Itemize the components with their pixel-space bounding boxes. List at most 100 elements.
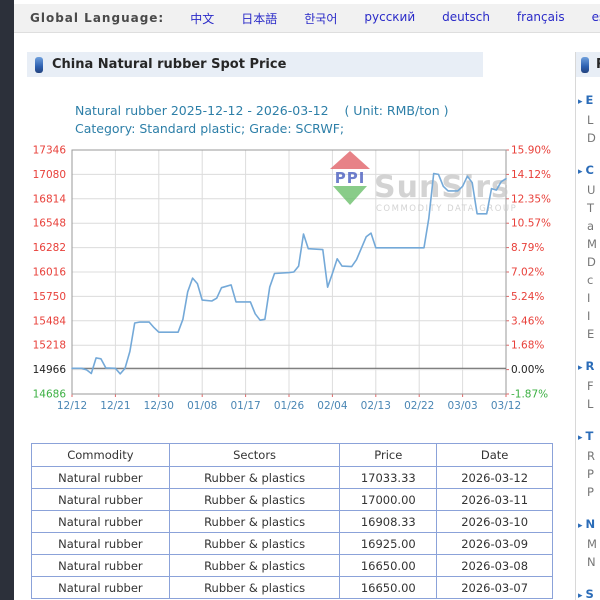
- table-cell: Rubber & plastics: [168, 488, 341, 511]
- table-cell: Rubber & plastics: [168, 532, 341, 555]
- sidebar-group-title[interactable]: ▸ T: [576, 427, 600, 447]
- y-axis-left-label: 15484: [33, 315, 67, 327]
- arrow-right-icon: ▸: [578, 433, 583, 443]
- y-axis-left-label: 17346: [33, 145, 67, 157]
- arrow-right-icon: ▸: [578, 591, 583, 600]
- table-header-cell: Commodity: [31, 443, 170, 467]
- x-axis-label: 01/08: [187, 400, 217, 412]
- table-row: Natural rubber Rubber & plastics 16650.00 2…: [31, 576, 553, 599]
- table-cell: 2026-03-08: [436, 554, 553, 577]
- table-row: Natural rubber Rubber & plastics 16650.00 2…: [31, 554, 553, 577]
- table-cell: Natural rubber: [31, 554, 170, 577]
- sidebar-item[interactable]: I: [576, 307, 600, 325]
- y-axis-right-label: 1.68%: [511, 340, 544, 352]
- sidebar-group-title[interactable]: ▸ N: [576, 515, 600, 535]
- table-row: Natural rubber Rubber & plastics 17000.00 2…: [31, 488, 553, 511]
- sidebar-item[interactable]: a: [576, 217, 600, 235]
- table-cell: Natural rubber: [31, 488, 170, 511]
- sidebar-item[interactable]: D: [576, 253, 600, 271]
- sidebar-item[interactable]: I: [576, 289, 600, 307]
- arrow-right-icon: ▸: [578, 363, 583, 373]
- table-cell: 2026-03-07: [436, 576, 553, 599]
- y-axis-right-label: 5.24%: [511, 291, 544, 303]
- sidebar-header: R: [576, 52, 600, 77]
- x-axis-label: 12/21: [100, 400, 130, 412]
- x-axis-label: 03/03: [447, 400, 477, 412]
- sidebar-group-title[interactable]: ▸ S: [576, 585, 600, 600]
- x-axis-label: 02/22: [404, 400, 434, 412]
- y-axis-left-label: 16016: [33, 267, 67, 279]
- arrow-right-icon: ▸: [578, 167, 583, 177]
- table-cell: Rubber & plastics: [168, 576, 341, 599]
- table-cell: 17033.33: [339, 466, 438, 489]
- sidebar-item[interactable]: M: [576, 235, 600, 253]
- table-cell: 2026-03-10: [436, 510, 553, 533]
- table-row: Natural rubber Rubber & plastics 16925.00 2…: [31, 532, 553, 555]
- table-header-row: Commodity Sectors Price Date: [31, 443, 553, 467]
- table-cell: 16650.00: [339, 576, 438, 599]
- table-cell: Natural rubber: [31, 532, 170, 555]
- table-cell: Natural rubber: [31, 576, 170, 599]
- sidebar-bullet-icon: [581, 56, 589, 73]
- sidebar-item[interactable]: L: [576, 111, 600, 129]
- y-axis-left-label: 16814: [33, 193, 67, 205]
- table-row: Natural rubber Rubber & plastics 17033.33 2…: [31, 466, 553, 489]
- x-axis-label: 02/13: [361, 400, 391, 412]
- table-cell: 2026-03-12: [436, 466, 553, 489]
- sidebar-item[interactable]: c: [576, 271, 600, 289]
- arrow-right-icon: ▸: [578, 97, 583, 107]
- x-axis-label: 12/30: [144, 400, 174, 412]
- sidebar-group: ▸SH: [576, 585, 600, 600]
- sidebar-group-title[interactable]: ▸ E: [576, 91, 600, 111]
- table-cell: Rubber & plastics: [168, 510, 341, 533]
- y-axis-right-label: -1.87%: [511, 389, 548, 401]
- sidebar-item[interactable]: E: [576, 325, 600, 343]
- table-cell: Rubber & plastics: [168, 554, 341, 577]
- y-axis-right-label: 0.00%: [511, 364, 544, 376]
- sidebar-group: ▸ R F L: [576, 357, 600, 413]
- table-cell: 17000.00: [339, 488, 438, 511]
- right-sidebar-clipped: R ▸ELD▸CUTaMDcIIE▸RFL▸TRPP▸NMN▸SH: [575, 52, 600, 600]
- sidebar-group: ▸ C U Ta M Dc I I E: [576, 161, 600, 343]
- arrow-right-icon: ▸: [578, 521, 583, 531]
- table-cell: Natural rubber: [31, 510, 170, 533]
- x-axis-label: 12/12: [57, 400, 87, 412]
- table-cell: 2026-03-09: [436, 532, 553, 555]
- x-axis-label: 01/26: [274, 400, 305, 412]
- sidebar-item[interactable]: F: [576, 377, 600, 395]
- sidebar-item[interactable]: L: [576, 395, 600, 413]
- table-cell: 2026-03-11: [436, 488, 553, 511]
- table-cell: 16650.00: [339, 554, 438, 577]
- svg-text:PPI: PPI: [335, 169, 366, 187]
- table-cell: 16908.33: [339, 510, 438, 533]
- table-cell: Rubber & plastics: [168, 466, 341, 489]
- y-axis-left-label: 14966: [33, 364, 67, 376]
- sidebar-item[interactable]: P: [576, 465, 600, 483]
- sidebar-group: ▸ T R P P: [576, 427, 600, 501]
- y-axis-left-label: 15750: [33, 291, 66, 303]
- y-axis-right-label: 10.57%: [511, 218, 551, 230]
- sidebar-group-title[interactable]: ▸ C: [576, 161, 600, 181]
- sidebar-item[interactable]: N: [576, 553, 600, 571]
- y-axis-left-label: 16282: [33, 242, 66, 254]
- sidebar-group-title[interactable]: ▸ R: [576, 357, 600, 377]
- table-cell: 16925.00: [339, 532, 438, 555]
- x-axis-label: 03/12: [491, 400, 521, 412]
- sidebar-item[interactable]: M: [576, 535, 600, 553]
- y-axis-right-label: 7.02%: [511, 267, 544, 279]
- price-table: Commodity Sectors Price Date Natural rubber…: [31, 443, 553, 599]
- table-row: Natural rubber Rubber & plastics 16908.33 2…: [31, 510, 553, 533]
- y-axis-right-label: 15.90%: [511, 145, 551, 157]
- sidebar-item[interactable]: U: [576, 181, 600, 199]
- sidebar-item[interactable]: R: [576, 447, 600, 465]
- sidebar-group: ▸ E L D: [576, 91, 600, 147]
- sidebar-group: ▸ N M N: [576, 515, 600, 571]
- sidebar-item[interactable]: P: [576, 483, 600, 501]
- x-axis-label: 01/17: [230, 400, 260, 412]
- sidebar-item[interactable]: D: [576, 129, 600, 147]
- y-axis-right-label: 14.12%: [511, 169, 551, 181]
- x-axis-label: 02/04: [317, 400, 348, 412]
- table-header-cell: Price: [339, 443, 438, 467]
- sidebar-item[interactable]: T: [576, 199, 600, 217]
- y-axis-left-label: 16548: [33, 218, 66, 230]
